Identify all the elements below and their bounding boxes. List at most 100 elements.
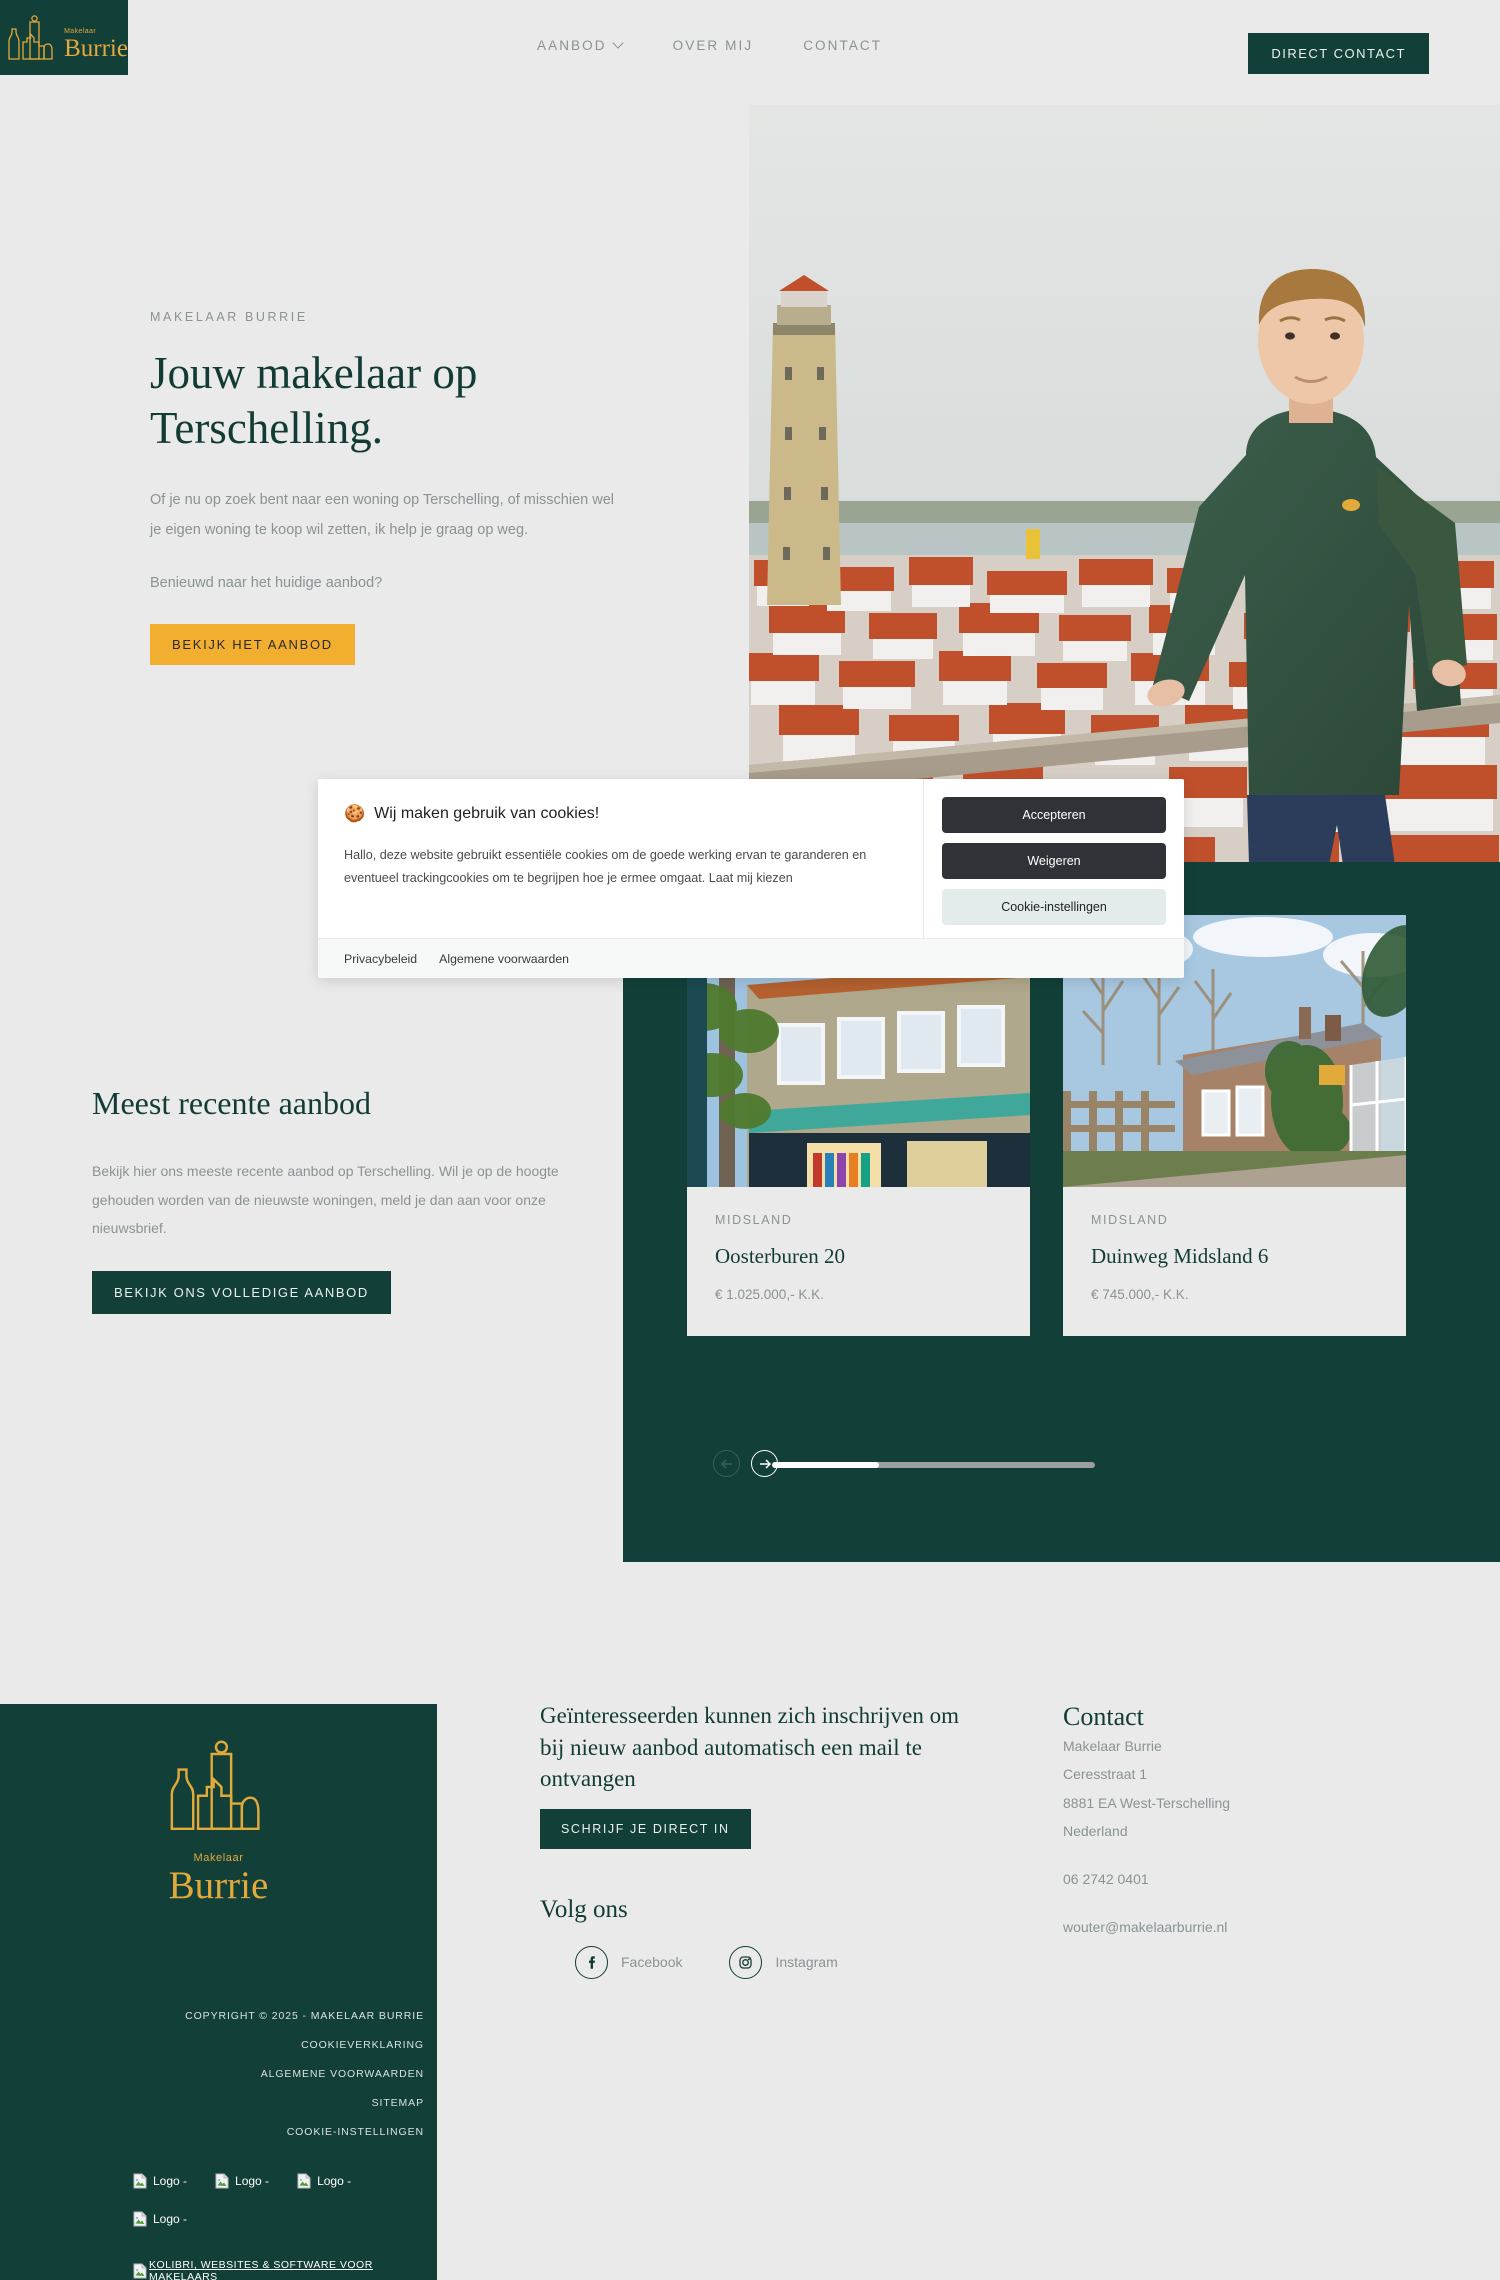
broken-image-icon — [133, 2263, 147, 2279]
footer-link-sitemap[interactable]: Sitemap — [0, 2097, 424, 2109]
broken-image-icon — [133, 2173, 147, 2189]
contact-heading: Contact — [1063, 1702, 1144, 1731]
recent-offer-paragraph: Bekijk hier ons meeste recente aanbod op… — [92, 1163, 559, 1237]
chevron-down-icon — [614, 39, 623, 48]
cookie-link-privacy[interactable]: Privacybeleid — [344, 952, 417, 966]
cookie-decline-button[interactable]: Weigeren — [942, 843, 1166, 879]
listing-title: Duinweg Midsland 6 — [1091, 1244, 1269, 1268]
carousel-prev-button[interactable] — [713, 1450, 740, 1477]
carousel-progress-bar[interactable] — [772, 1462, 1095, 1468]
burrie-lighthouse-icon — [170, 1740, 260, 1831]
site-logo[interactable]: Makelaar Burrie — [0, 0, 128, 75]
newsletter-signup-button[interactable]: Schrijf je direct in — [540, 1808, 751, 1849]
broken-image-placeholder[interactable]: Logo - — [215, 2173, 269, 2189]
hero-title-line-1: Jouw makelaar op — [150, 348, 478, 398]
facebook-icon — [575, 1945, 608, 1979]
hero-photo-illustration — [749, 105, 1500, 865]
cookie-icon: 🍪 — [344, 804, 366, 823]
footer-contact-column: Contact Makelaar Burrie Ceresstraat 1 88… — [1063, 1702, 1393, 1942]
burrie-lighthouse-icon — [8, 14, 53, 60]
footer-logo[interactable]: Makelaar Burrie — [0, 1732, 437, 1905]
recent-offer-section: Meest recente aanbod Bekijk hier ons mee… — [92, 1085, 562, 1315]
broken-image-placeholder[interactable]: Logo - — [297, 2173, 351, 2189]
footer-legal-links: Copyright © 2025 - Makelaar Burrie Cooki… — [0, 2010, 424, 2138]
broken-image-icon — [133, 2211, 147, 2227]
kolibri-credit[interactable]: Kolibri, websites & software voor makela… — [133, 2259, 423, 2280]
listing-title: Oosterburen 20 — [715, 1244, 846, 1268]
contact-line-country: Nederland — [1063, 1822, 1128, 1839]
logo-subtitle: Makelaar — [64, 27, 97, 35]
page-root: Makelaar Burrie Aanbod Over mij Contact … — [0, 0, 1500, 2280]
nav-item-aanbod[interactable]: Aanbod — [537, 38, 623, 53]
footer-logo-wordmark: Burrie — [168, 1864, 269, 1907]
footer-logo-subtitle: Makelaar — [193, 1852, 244, 1864]
logo-wordmark: Burrie — [64, 34, 128, 62]
arrow-right-icon — [759, 1458, 771, 1469]
social-link-facebook[interactable]: Facebook — [575, 1945, 682, 1979]
footer-link-algemene-voorwaarden[interactable]: Algemene voorwaarden — [0, 2068, 424, 2080]
kolibri-credit-label: Kolibri, websites & software voor makela… — [149, 2259, 373, 2280]
carousel-progress-fill — [772, 1462, 879, 1468]
hero-title-line-2: Terschelling. — [150, 402, 384, 453]
cookie-consent-banner: 🍪 Wij maken gebruik van cookies! Hallo, … — [318, 779, 1184, 978]
broken-image-label: Logo - — [317, 2174, 352, 2188]
site-header: Makelaar Burrie Aanbod Over mij Contact … — [0, 0, 1500, 103]
listing-card[interactable]: Midsland Duinweg Midsland 6 € 745.000,- … — [1063, 915, 1406, 1336]
contact-line-street: Ceresstraat 1 — [1063, 1766, 1148, 1783]
direct-contact-button[interactable]: Direct contact — [1248, 33, 1429, 74]
hero-text-block: Makelaar Burrie Jouw makelaar op Tersche… — [150, 310, 620, 665]
footer-copyright: Copyright © 2025 - Makelaar Burrie — [185, 2010, 424, 2022]
nav-item-contact[interactable]: Contact — [803, 38, 882, 53]
listings-carousel: Midsland Oosterburen 20 € 1.025.000,- K.… — [687, 915, 1406, 1336]
social-link-instagram[interactable]: Instagram — [729, 1945, 838, 1979]
listing-city: Midsland — [1091, 1213, 1169, 1227]
social-label-instagram: Instagram — [775, 1954, 838, 1970]
broken-image-label: Logo - — [235, 2174, 270, 2188]
hero-image — [749, 105, 1500, 865]
contact-phone[interactable]: 06 2742 0401 — [1063, 1865, 1393, 1893]
hero-paragraph: Of je nu op zoek bent naar een woning op… — [150, 491, 615, 538]
contact-line-company: Makelaar Burrie — [1063, 1738, 1162, 1754]
footer-newsletter-column: Geïnteresseerden kunnen zich inschrijven… — [540, 1700, 980, 1979]
nav-item-over-mij[interactable]: Over mij — [673, 38, 754, 53]
contact-line-city: 8881 EA West-Terschelling — [1063, 1794, 1231, 1811]
instagram-icon — [729, 1945, 763, 1979]
listing-card[interactable]: Midsland Oosterburen 20 € 1.025.000,- K.… — [687, 915, 1030, 1336]
bekijk-het-aanbod-button[interactable]: Bekijk het aanbod — [150, 623, 355, 665]
cookie-link-terms[interactable]: Algemene voorwaarden — [439, 952, 569, 966]
listing-price: € 745.000,- K.K. — [1091, 1287, 1189, 1302]
newsletter-heading: Geïnteresseerden kunnen zich inschrijven… — [540, 1703, 959, 1791]
nav-label-aanbod: Aanbod — [537, 38, 607, 53]
cookie-banner-body: Hallo, deze website gebruikt essentiële … — [344, 848, 867, 886]
cookie-banner-title-row: 🍪 Wij maken gebruik van cookies! — [344, 804, 893, 824]
main-navigation: Aanbod Over mij Contact — [537, 38, 882, 53]
footer-partner-logos: Logo - Logo - Logo - Logo - KOLIBRI, WEB… — [133, 2173, 423, 2280]
volledige-aanbod-button[interactable]: Bekijk ons volledige aanbod — [92, 1271, 391, 1315]
broken-image-placeholder[interactable]: Logo - — [133, 2211, 187, 2227]
contact-email[interactable]: wouter@makelaarburrie.nl — [1063, 1913, 1393, 1941]
cookie-accept-button[interactable]: Accepteren — [942, 797, 1166, 833]
recent-offer-heading: Meest recente aanbod — [92, 1085, 371, 1121]
broken-image-icon — [215, 2173, 229, 2189]
page-title: Jouw makelaar op Terschelling. — [150, 346, 620, 456]
social-links: Facebook Instagram — [540, 1945, 980, 1979]
cookie-settings-button[interactable]: Cookie-instellingen — [942, 889, 1166, 925]
follow-us-heading: Volg ons — [540, 1895, 628, 1923]
broken-image-label: Logo - — [153, 2212, 188, 2226]
nav-label-contact: Contact — [803, 38, 883, 53]
arrow-left-icon — [720, 1459, 732, 1468]
carousel-controls — [713, 1450, 778, 1477]
listing-city: Midsland — [715, 1213, 793, 1227]
broken-image-placeholder[interactable]: Logo - — [133, 2173, 187, 2189]
footer-link-cookie-instellingen[interactable]: Cookie-instellingen — [0, 2126, 424, 2138]
cookie-banner-title: Wij maken gebruik van cookies! — [374, 805, 600, 822]
hero-eyebrow: Makelaar Burrie — [150, 310, 308, 324]
hero-question: Benieuwd naar het huidige aanbod? — [150, 575, 383, 592]
nav-label-over-mij: Over mij — [672, 38, 754, 53]
listing-price: € 1.025.000,- K.K. — [715, 1287, 824, 1302]
broken-image-label: Logo - — [153, 2174, 188, 2188]
broken-image-icon — [297, 2173, 311, 2189]
footer-link-cookieverklaring[interactable]: Cookieverklaring — [0, 2039, 424, 2051]
